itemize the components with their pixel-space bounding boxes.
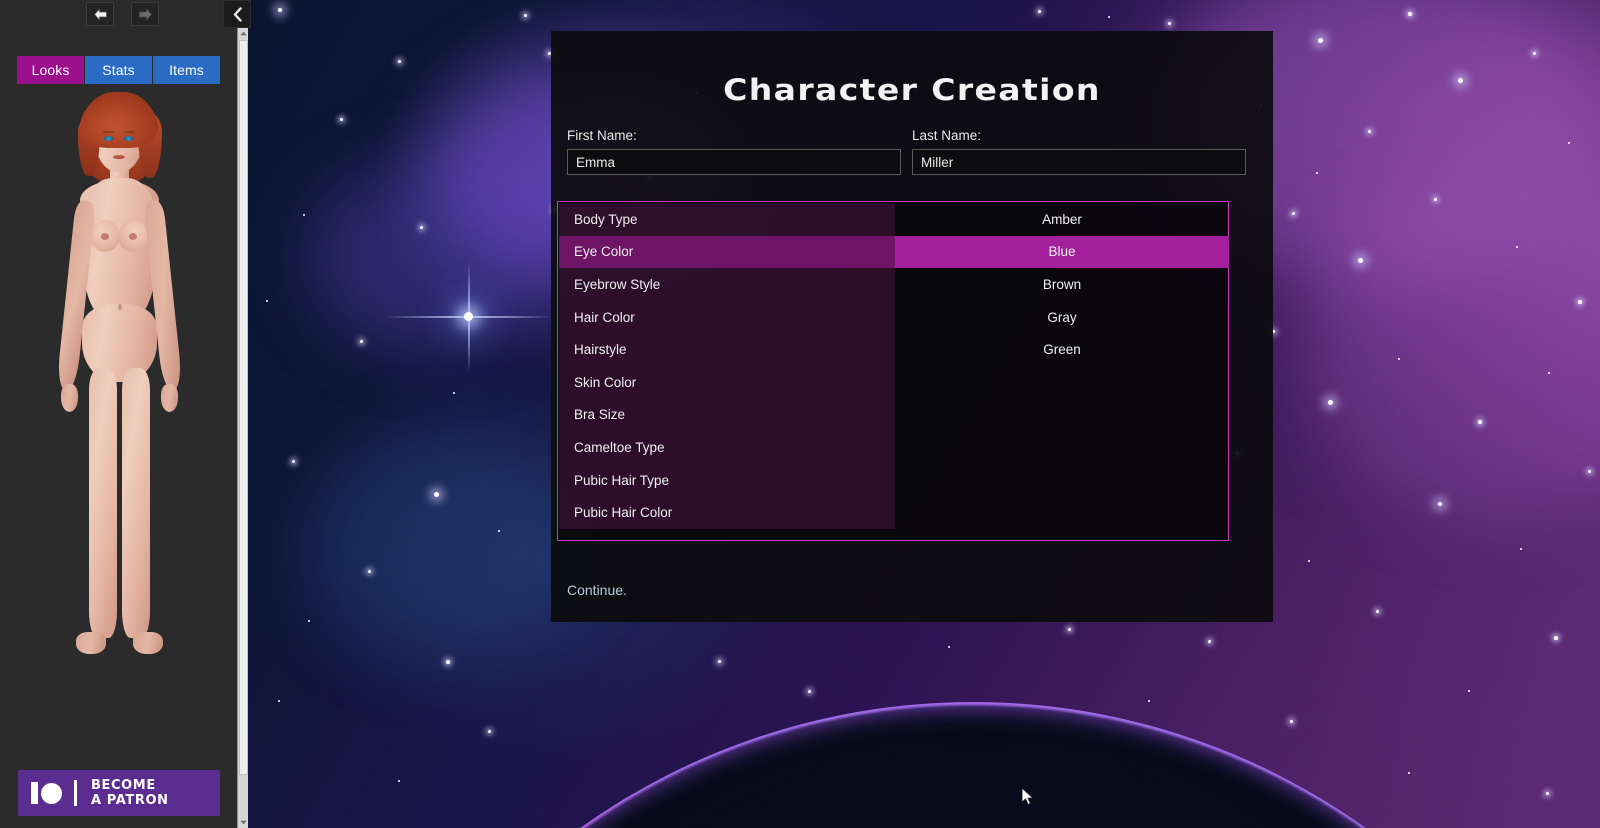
option-value[interactable] — [895, 496, 1229, 529]
option-label: Eyebrow Style — [559, 268, 895, 301]
bright-star-flare — [383, 261, 554, 372]
patreon-line1: BECOME — [91, 778, 156, 793]
tab-items[interactable]: Items — [153, 56, 220, 84]
tab-looks-label: Looks — [31, 62, 70, 78]
chevron-left-icon — [233, 6, 242, 22]
option-row-skin-color[interactable]: Skin Color — [559, 365, 1229, 399]
option-label: Eye Color — [559, 235, 895, 269]
option-label: Body Type — [559, 203, 895, 236]
tab-stats[interactable]: Stats — [85, 56, 153, 84]
sidebar-scrollbar[interactable] — [237, 28, 248, 828]
app-root: Looks Stats Items BECOME A PATRON Charac… — [0, 0, 1600, 828]
scrollbar-thumb[interactable] — [239, 40, 248, 775]
tab-items-label: Items — [169, 62, 204, 78]
option-row-pubic-hair-type[interactable]: Pubic Hair Type — [559, 463, 1229, 497]
option-row-eyebrow-style[interactable]: Eyebrow Style Brown — [559, 268, 1229, 301]
page-title: Character Creation — [723, 73, 1101, 107]
arrow-right-icon — [138, 7, 152, 21]
character-creation-dialog: Character Creation First Name: Last Name… — [551, 31, 1273, 622]
option-row-pubic-hair-color[interactable]: Pubic Hair Color — [559, 496, 1229, 529]
option-value[interactable] — [895, 399, 1229, 432]
last-name-label: Last Name: — [912, 128, 982, 143]
patreon-label: BECOME A PATRON — [91, 778, 169, 808]
back-button[interactable] — [86, 2, 114, 26]
option-value[interactable]: Amber — [895, 203, 1229, 236]
scroll-down-arrow-icon[interactable] — [238, 817, 249, 828]
collapse-panel-button[interactable] — [223, 0, 251, 28]
option-value[interactable] — [895, 366, 1229, 399]
tab-looks[interactable]: Looks — [17, 56, 85, 84]
option-value[interactable] — [895, 431, 1229, 464]
option-row-bra-size[interactable]: Bra Size — [559, 398, 1229, 432]
option-label: Cameltoe Type — [559, 431, 895, 464]
option-row-eye-color[interactable]: Eye Color Blue — [559, 235, 1229, 269]
become-a-patron-button[interactable]: BECOME A PATRON — [18, 770, 220, 816]
option-value[interactable] — [895, 464, 1229, 497]
option-row-hairstyle[interactable]: Hairstyle Green — [559, 333, 1229, 366]
option-row-hair-color[interactable]: Hair Color Gray — [559, 300, 1229, 334]
continue-link[interactable]: Continue. — [567, 582, 627, 598]
option-value[interactable]: Green — [895, 333, 1229, 366]
arrow-left-icon — [93, 7, 107, 21]
option-label: Pubic Hair Color — [559, 496, 895, 529]
option-label: Hairstyle — [559, 333, 895, 366]
tab-stats-label: Stats — [102, 62, 135, 78]
patreon-line2: A PATRON — [91, 793, 169, 808]
first-name-input[interactable] — [567, 149, 901, 175]
option-label: Pubic Hair Type — [559, 463, 895, 497]
option-value[interactable]: Gray — [895, 301, 1229, 334]
scroll-up-arrow-icon[interactable] — [238, 28, 249, 39]
option-label: Skin Color — [559, 365, 895, 399]
option-row-cameltoe-type[interactable]: Cameltoe Type — [559, 431, 1229, 464]
sidebar-nav-row — [0, 0, 237, 28]
option-label: Hair Color — [559, 300, 895, 334]
character-preview[interactable] — [0, 92, 237, 692]
option-label: Bra Size — [559, 398, 895, 432]
last-name-input[interactable] — [912, 149, 1246, 175]
sidebar-tabs: Looks Stats Items — [17, 56, 220, 84]
last-name-group: Last Name: — [912, 128, 1257, 175]
left-sidebar: Looks Stats Items BECOME A PATRON — [0, 0, 237, 828]
patreon-logo-icon — [18, 782, 74, 804]
forward-button[interactable] — [131, 2, 159, 26]
first-name-label: First Name: — [567, 128, 637, 143]
options-rows: Body Type Amber Eye Color Blue Eyebrow S… — [559, 203, 1229, 529]
option-value[interactable]: Blue — [895, 235, 1229, 269]
name-fields-row: First Name: Last Name: — [567, 128, 1257, 175]
appearance-options-list: Body Type Amber Eye Color Blue Eyebrow S… — [557, 201, 1229, 541]
patreon-divider — [74, 780, 77, 806]
planet-rim-glow — [298, 702, 1600, 828]
option-value[interactable]: Brown — [895, 268, 1229, 301]
option-row-body-type[interactable]: Body Type Amber — [559, 203, 1229, 236]
first-name-group: First Name: — [567, 128, 912, 175]
